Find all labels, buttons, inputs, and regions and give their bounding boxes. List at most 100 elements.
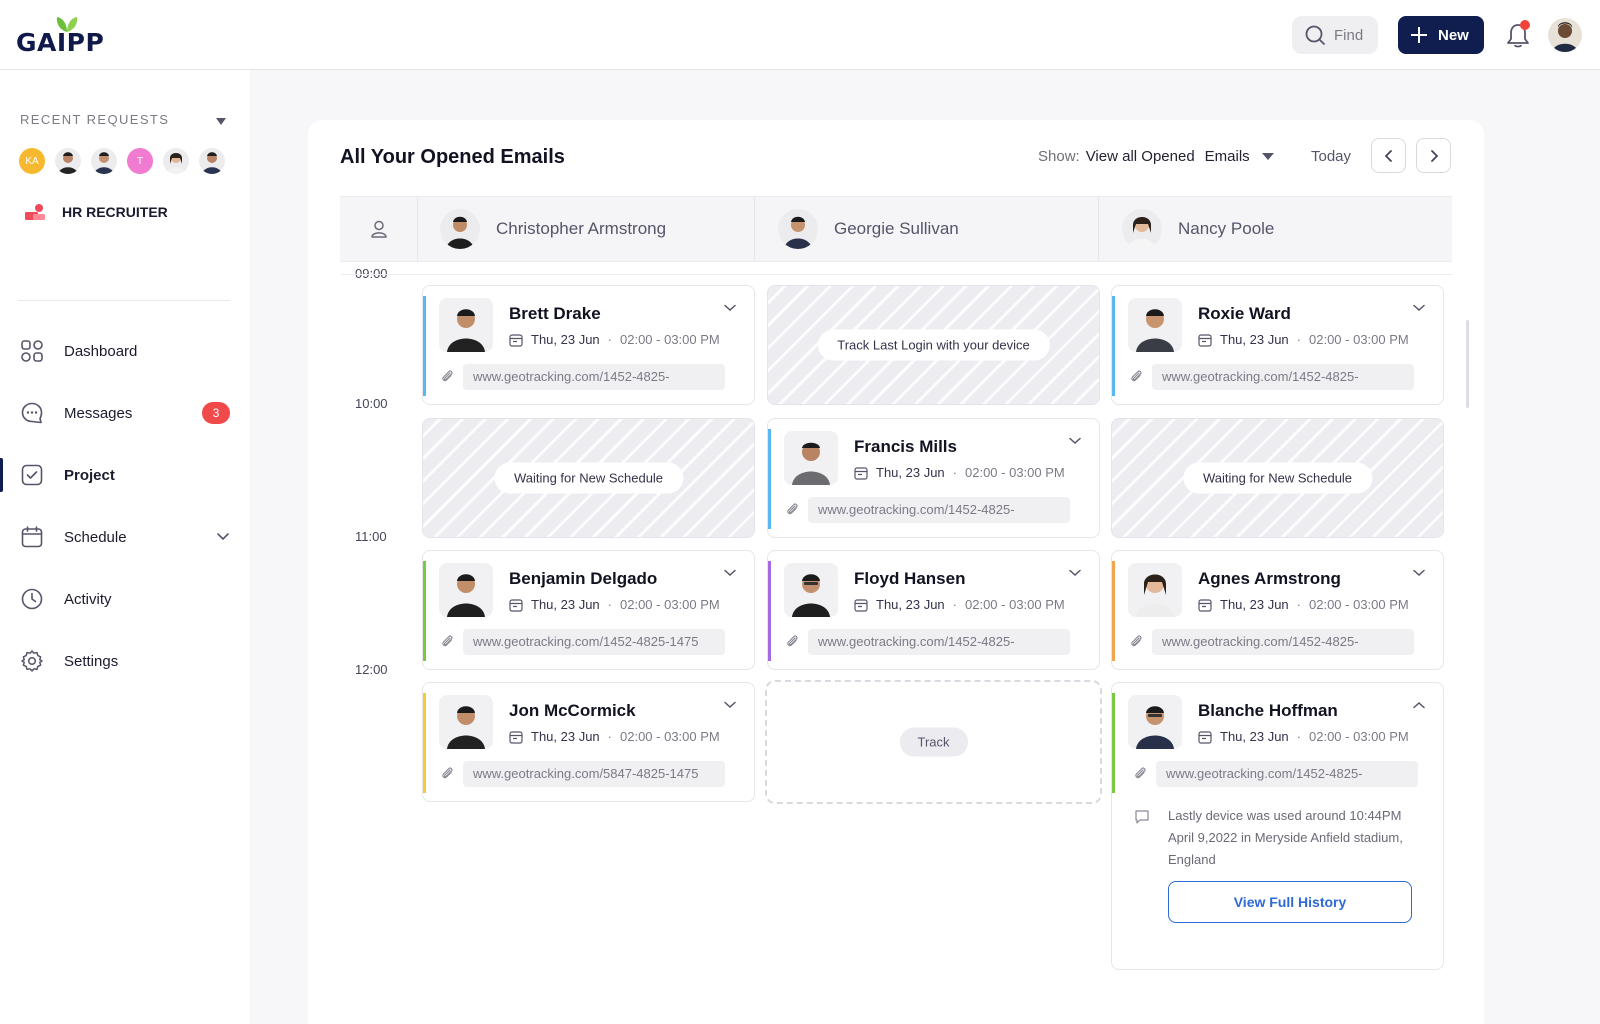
calendar-icon — [854, 598, 868, 612]
person-name: Roxie Ward — [1198, 304, 1291, 323]
person-photo — [439, 298, 493, 352]
email-card[interactable]: Agnes Armstrong Thu, 23 Jun · 02:00 - 03:0… — [1111, 550, 1444, 670]
avatar[interactable]: T — [127, 148, 153, 174]
track-button[interactable]: Track — [899, 727, 968, 757]
page-title: All Your Opened Emails — [340, 146, 565, 168]
paperclip-icon — [442, 767, 453, 779]
accent-bar — [423, 693, 426, 793]
nav-label: Dashboard — [64, 342, 138, 360]
find-button[interactable]: Find — [1292, 16, 1378, 54]
chevron-down-icon[interactable] — [1413, 304, 1425, 312]
event-date: Thu, 23 Jun · 02:00 - 03:00 PM — [509, 729, 720, 744]
sidebar: RECENT REQUESTS KA T HR RECRUITER Dashbo… — [0, 70, 250, 1024]
next-button[interactable] — [1416, 138, 1451, 173]
date-text: Thu, 23 Jun — [1220, 597, 1289, 612]
waiting-slot[interactable]: Waiting for New Schedule — [422, 418, 755, 538]
chevron-left-icon — [1384, 149, 1392, 162]
chevron-down-icon[interactable] — [1069, 569, 1081, 577]
column-person[interactable]: Christopher Armstrong — [440, 197, 666, 261]
chevron-down-icon[interactable] — [724, 569, 736, 577]
tracking-link[interactable]: www.geotracking.com/1452-4825- — [1152, 629, 1414, 655]
calendar-icon — [21, 526, 43, 548]
column-person[interactable]: Nancy Poole — [1122, 197, 1274, 261]
show-value: View all Opened — [1085, 148, 1195, 165]
paperclip-icon — [1131, 370, 1142, 382]
role-row[interactable]: HR RECRUITER — [24, 202, 168, 222]
calendar-icon — [854, 466, 868, 480]
tracking-link[interactable]: www.geotracking.com/1452-4825- — [1152, 364, 1414, 390]
tracking-link[interactable]: www.geotracking.com/1452-4825- — [808, 629, 1070, 655]
tracking-link[interactable]: www.geotracking.com/1452-4825-1475 — [463, 629, 725, 655]
view-full-history-button[interactable]: View Full History — [1168, 881, 1412, 923]
column-person[interactable]: Georgie Sullivan — [778, 197, 959, 261]
user-avatar[interactable] — [1548, 18, 1582, 52]
email-card[interactable]: Floyd Hansen Thu, 23 Jun · 02:00 - 03:00 P… — [767, 550, 1100, 670]
chevron-down-icon[interactable] — [1069, 437, 1081, 445]
chevron-up-icon[interactable] — [1413, 701, 1425, 709]
date-text: Thu, 23 Jun — [1220, 729, 1289, 744]
new-button[interactable]: New — [1398, 16, 1484, 54]
nav-item-schedule[interactable]: Schedule — [0, 506, 250, 568]
time-range: 02:00 - 03:00 PM — [620, 597, 720, 612]
nav-item-dashboard[interactable]: Dashboard — [0, 320, 250, 382]
time-range: 02:00 - 03:00 PM — [1309, 729, 1409, 744]
event-date: Thu, 23 Jun · 02:00 - 03:00 PM — [509, 332, 720, 347]
nav-label: Activity — [64, 590, 112, 608]
checkbox-icon — [21, 464, 43, 486]
email-card[interactable]: Brett Drake Thu, 23 Jun · 02:00 - 03:00 PM… — [422, 285, 755, 405]
tracking-link[interactable]: www.geotracking.com/5847-4825-1475 — [463, 761, 725, 787]
avatar-initials: T — [136, 155, 144, 167]
nav-item-project[interactable]: Project — [0, 444, 250, 506]
paperclip-icon — [1131, 635, 1142, 647]
email-card[interactable]: Roxie Ward Thu, 23 Jun · 02:00 - 03:00 PM … — [1111, 285, 1444, 405]
avatar[interactable] — [163, 148, 189, 174]
comment-icon — [1135, 810, 1149, 824]
calendar-icon — [1198, 333, 1212, 347]
email-card[interactable]: Francis Mills Thu, 23 Jun · 02:00 - 03:00 … — [767, 418, 1100, 538]
avatar[interactable] — [55, 148, 81, 174]
show-filter-dropdown[interactable]: Show: View all Opened Emails — [1038, 148, 1274, 165]
chevron-down-icon[interactable] — [724, 701, 736, 709]
track-login-slot[interactable]: Track Last Login with your device — [767, 285, 1100, 405]
recent-avatars: KA T — [19, 148, 225, 174]
avatar[interactable]: KA — [19, 148, 45, 174]
chevron-down-icon[interactable] — [216, 532, 230, 542]
waiting-label: Waiting for New Schedule — [1182, 462, 1373, 494]
time-range: 02:00 - 03:00 PM — [1309, 597, 1409, 612]
chat-bubble-icon — [21, 402, 43, 424]
track-drop-slot[interactable]: Track — [765, 680, 1102, 804]
calendar-icon — [509, 333, 523, 347]
caret-down-icon[interactable] — [216, 118, 226, 125]
today-button[interactable]: Today — [1311, 148, 1351, 165]
email-card[interactable]: Jon McCormick Thu, 23 Jun · 02:00 - 03:00 … — [422, 682, 755, 802]
nav-item-activity[interactable]: Activity — [0, 568, 250, 630]
person-name: Agnes Armstrong — [1198, 569, 1341, 588]
waiting-slot[interactable]: Waiting for New Schedule — [1111, 418, 1444, 538]
caret-down-icon — [1261, 153, 1274, 160]
email-card[interactable]: Benjamin Delgado Thu, 23 Jun · 02:00 - 03:… — [422, 550, 755, 670]
person-photo — [439, 695, 493, 749]
time-range: 02:00 - 03:00 PM — [1309, 332, 1409, 347]
chevron-down-icon[interactable] — [724, 304, 736, 312]
email-card-expanded[interactable]: Blanche Hoffman Thu, 23 Jun · 02:00 - 03:0… — [1111, 682, 1444, 970]
prev-button[interactable] — [1371, 138, 1406, 173]
recruiter-icon — [25, 204, 45, 220]
tracking-link[interactable]: www.geotracking.com/1452-4825- — [1156, 761, 1418, 787]
find-label: Find — [1334, 26, 1364, 44]
accent-bar — [768, 561, 771, 661]
column-name: Christopher Armstrong — [496, 219, 667, 238]
time-range: 02:00 - 03:00 PM — [965, 597, 1065, 612]
person-name: Blanche Hoffman — [1198, 701, 1338, 720]
avatar[interactable] — [91, 148, 117, 174]
tracking-link[interactable]: www.geotracking.com/1452-4825- — [463, 364, 725, 390]
avatar[interactable] — [199, 148, 225, 174]
nav-item-messages[interactable]: Messages 3 — [0, 382, 250, 444]
top-bar: GAIPP Find New — [0, 0, 1600, 70]
event-date: Thu, 23 Jun · 02:00 - 03:00 PM — [1198, 729, 1409, 744]
scrollbar[interactable] — [1466, 320, 1469, 408]
sidebar-divider — [18, 300, 230, 301]
chevron-down-icon[interactable] — [1413, 569, 1425, 577]
nav-item-settings[interactable]: Settings — [0, 630, 250, 692]
tracking-link[interactable]: www.geotracking.com/1452-4825- — [808, 497, 1070, 523]
brand-logo[interactable]: GAIPP — [16, 14, 126, 58]
